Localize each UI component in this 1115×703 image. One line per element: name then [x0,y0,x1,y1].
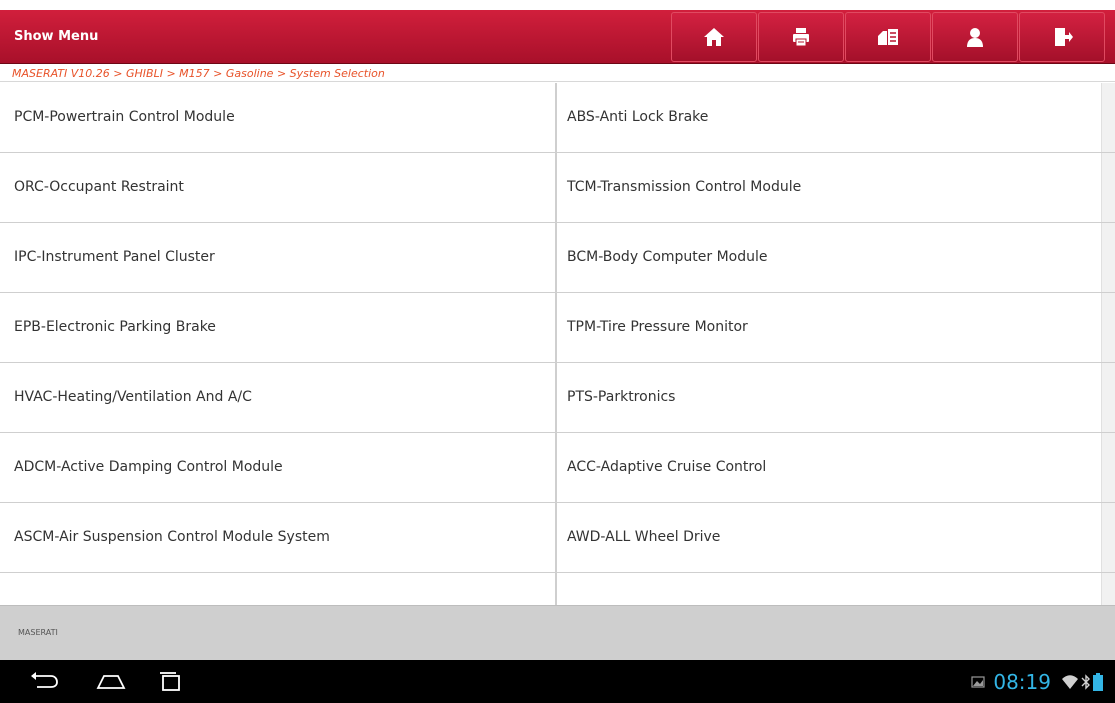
user-icon [967,28,983,47]
system-item[interactable]: BCM-Body Computer Module [557,223,1101,292]
system-item[interactable]: HVAC-Heating/Ventilation And A/C [0,363,557,432]
system-grid: PCM-Powertrain Control Module ABS-Anti Lo… [0,83,1115,605]
footer-brand: MASERATI [18,628,58,637]
system-item[interactable]: PCM-Powertrain Control Module [0,83,557,152]
scrollbar-track[interactable] [1101,153,1115,222]
exit-button[interactable] [1019,12,1105,62]
system-row: IPC-Instrument Panel Cluster BCM-Body Com… [0,223,1115,293]
recents-icon [160,672,180,691]
app-window: Show Menu MASERATI V10.26 > GHIBLI > M15… [0,0,1115,660]
system-item[interactable]: ACC-Adaptive Cruise Control [557,433,1101,502]
print-button[interactable] [758,12,844,62]
clock: 08:19 [993,669,1051,694]
breadcrumb: MASERATI V10.26 > GHIBLI > M157 > Gasoli… [0,65,1115,82]
recents-button[interactable] [150,668,190,694]
footer-bar: MASERATI [0,605,1115,660]
header-bar: Show Menu [0,10,1115,64]
system-item[interactable]: AWD-ALL Wheel Drive [557,503,1101,572]
scrollbar-track[interactable] [1101,83,1115,152]
system-item[interactable] [557,573,1101,605]
system-item[interactable]: IPC-Instrument Panel Cluster [0,223,557,292]
scrollbar-track[interactable] [1101,573,1115,605]
back-icon [31,672,58,688]
scrollbar-track[interactable] [1101,503,1115,572]
user-button[interactable] [932,12,1018,62]
system-item[interactable] [0,573,557,605]
scrollbar-track[interactable] [1101,293,1115,362]
system-list[interactable]: PCM-Powertrain Control Module ABS-Anti Lo… [0,83,1115,605]
battery-icon [1093,672,1103,691]
system-item[interactable]: ORC-Occupant Restraint [0,153,557,222]
system-item[interactable]: ABS-Anti Lock Brake [557,83,1101,152]
system-row: ADCM-Active Damping Control Module ACC-Ad… [0,433,1115,503]
wifi-icon [1061,674,1079,690]
system-item[interactable]: ASCM-Air Suspension Control Module Syste… [0,503,557,572]
bluetooth-icon [1081,673,1091,690]
scrollbar-track[interactable] [1101,363,1115,432]
system-row: EPB-Electronic Parking Brake TPM-Tire Pre… [0,293,1115,363]
system-item[interactable]: TPM-Tire Pressure Monitor [557,293,1101,362]
home-nav-button[interactable] [91,668,131,694]
system-row: PCM-Powertrain Control Module ABS-Anti Lo… [0,83,1115,153]
system-item[interactable]: TCM-Transmission Control Module [557,153,1101,222]
android-navbar: 08:19 [0,660,1115,703]
scrollbar-track[interactable] [1101,223,1115,292]
show-menu-button[interactable]: Show Menu [14,10,98,64]
system-row [0,573,1115,605]
system-row: ASCM-Air Suspension Control Module Syste… [0,503,1115,573]
exit-icon [1055,28,1073,46]
system-item[interactable]: EPB-Electronic Parking Brake [0,293,557,362]
system-row: ORC-Occupant Restraint TCM-Transmission C… [0,153,1115,223]
scrollbar-track[interactable] [1101,433,1115,502]
gallery-notification-icon [971,675,985,689]
system-item[interactable]: ADCM-Active Damping Control Module [0,433,557,502]
home-icon [704,28,724,46]
report-button[interactable] [845,12,931,62]
top-edge [0,0,1115,10]
report-icon [878,29,898,45]
system-item[interactable]: PTS-Parktronics [557,363,1101,432]
home-button[interactable] [671,12,757,62]
printer-icon [793,28,809,47]
home-nav-icon [96,675,126,689]
status-area: 08:19 [969,660,1103,703]
system-row: HVAC-Heating/Ventilation And A/C PTS-Park… [0,363,1115,433]
back-button[interactable] [24,668,64,694]
toolbar [671,12,1106,62]
